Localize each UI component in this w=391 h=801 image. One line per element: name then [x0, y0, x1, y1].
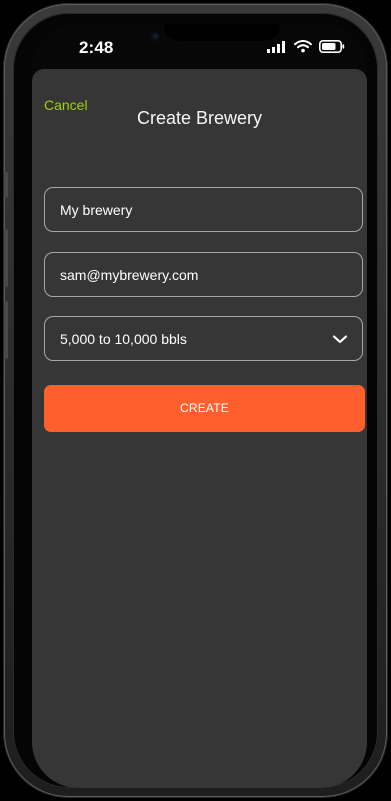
volume-up-button — [4, 229, 8, 287]
wifi-icon — [294, 40, 312, 53]
chevron-down-icon — [332, 332, 348, 350]
camera-icon — [151, 32, 160, 41]
status-icons — [267, 40, 345, 53]
signal-bars-icon — [267, 40, 287, 53]
device-screen: 2:48 Cancel Create Brewery My brewery sa… — [32, 24, 367, 788]
brewery-name-field[interactable] — [44, 187, 363, 232]
production-volume-value: 5,000 to 10,000 bbls — [60, 331, 187, 347]
production-volume-select[interactable]: 5,000 to 10,000 bbls — [44, 316, 363, 361]
mute-switch — [4, 172, 8, 198]
email-field[interactable] — [44, 252, 363, 297]
brewery-name-input[interactable] — [45, 188, 362, 231]
status-bar: 2:48 — [32, 24, 367, 70]
phone-frame: 2:48 Cancel Create Brewery My brewery sa… — [4, 4, 387, 797]
email-input[interactable] — [45, 253, 362, 296]
camera-notch — [164, 24, 280, 41]
status-time: 2:48 — [79, 38, 114, 57]
page-title: Create Brewery — [136, 108, 263, 128]
create-brewery-sheet: Cancel Create Brewery 5,000 to 10,000 bb… — [32, 69, 367, 788]
volume-down-button — [4, 301, 8, 359]
battery-icon — [319, 40, 345, 53]
create-button[interactable]: CREATE — [44, 385, 365, 432]
